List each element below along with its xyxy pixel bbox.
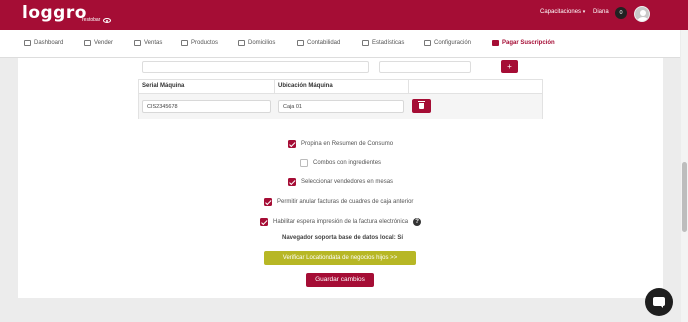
nav-configuracion-label: Configuración xyxy=(434,40,472,46)
top-bar: loggro restobar Capacitaciones ▾ Diana 0 xyxy=(0,0,688,30)
verify-locationdata-button[interactable]: Verificar Locationdata de negocios hijos… xyxy=(264,251,416,265)
nav-configuracion[interactable]: Configuración xyxy=(424,40,471,46)
option-factura-electronica-label: Habilitar espera impresión de la factura… xyxy=(273,219,409,225)
main-nav: Dashboard Vender Ventas Productos Domici… xyxy=(0,30,680,58)
nav-vender-label: Vender xyxy=(94,40,114,46)
save-button[interactable]: Guardar cambios xyxy=(306,273,374,287)
checkbox-vendedores[interactable] xyxy=(288,178,296,186)
gear-icon xyxy=(424,40,431,46)
chevron-down-icon: ▾ xyxy=(582,9,586,15)
checkbox-factura-electronica[interactable] xyxy=(260,218,268,226)
nav-ventas[interactable]: Ventas xyxy=(134,40,162,46)
nav-estadisticas[interactable]: Estadísticas xyxy=(362,40,404,46)
app-logo-subtitle: restobar xyxy=(82,17,101,23)
chat-icon xyxy=(653,297,665,308)
nav-productos[interactable]: Productos xyxy=(181,40,218,46)
table-row: CIS2345678 Caja 01 xyxy=(139,94,542,119)
option-vendedores-label: Seleccionar vendedores en mesas xyxy=(301,179,394,185)
column-serial-header: Serial Máquina xyxy=(142,83,185,89)
nav-domicilios[interactable]: Domicilios xyxy=(238,40,275,46)
training-menu[interactable]: Capacitaciones ▾ xyxy=(540,9,585,15)
dashboard-icon xyxy=(24,40,31,46)
trash-icon xyxy=(418,101,425,109)
nav-dashboard[interactable]: Dashboard xyxy=(24,40,63,46)
checkbox-propina[interactable] xyxy=(288,140,296,148)
tag-icon xyxy=(134,40,141,46)
credit-card-icon xyxy=(492,40,499,46)
nav-dashboard-label: Dashboard xyxy=(34,40,64,46)
table-header: Serial Máquina Ubicación Máquina xyxy=(139,80,542,94)
page-scrollbar[interactable] xyxy=(681,30,688,322)
checkbox-anular-facturas[interactable] xyxy=(264,198,272,206)
eye-icon[interactable] xyxy=(103,18,111,23)
avatar[interactable] xyxy=(634,6,650,22)
column-location-header: Ubicación Máquina xyxy=(278,83,333,89)
location-input[interactable]: Caja 01 xyxy=(278,100,404,113)
option-combos-label: Combos con ingredientes xyxy=(313,160,382,166)
add-button[interactable]: + xyxy=(501,60,518,73)
nav-estadisticas-label: Estadísticas xyxy=(372,40,405,46)
partial-input-left[interactable] xyxy=(142,61,369,73)
chat-widget-button[interactable] xyxy=(645,288,673,316)
local-db-status: Navegador soporta base de datos local: S… xyxy=(282,235,404,241)
nav-productos-label: Productos xyxy=(191,40,219,46)
app-logo[interactable]: loggro xyxy=(22,3,87,23)
checkbox-combos[interactable] xyxy=(300,159,308,167)
option-anular-facturas-label: Permitir anular facturas de cuadres de c… xyxy=(277,199,414,205)
option-propina-label: Propina en Resumen de Consumo xyxy=(301,141,394,147)
option-factura-electronica[interactable]: Habilitar espera impresión de la factura… xyxy=(260,218,422,226)
user-name[interactable]: Diana xyxy=(593,9,609,15)
option-combos[interactable]: Combos con ingredientes xyxy=(300,159,381,167)
settings-card: + Serial Máquina Ubicación Máquina CIS23… xyxy=(18,58,663,298)
help-icon[interactable]: ? xyxy=(413,218,422,226)
delete-row-button[interactable] xyxy=(412,99,431,113)
nav-ventas-label: Ventas xyxy=(144,40,163,46)
option-vendedores[interactable]: Seleccionar vendedores en mesas xyxy=(288,178,393,186)
bike-icon xyxy=(238,40,245,46)
option-propina[interactable]: Propina en Resumen de Consumo xyxy=(288,140,393,148)
partial-input-right[interactable] xyxy=(379,61,471,73)
machines-table: Serial Máquina Ubicación Máquina CIS2345… xyxy=(138,79,543,119)
chart-icon xyxy=(362,40,369,46)
cart-icon xyxy=(84,40,91,46)
scrollbar-thumb[interactable] xyxy=(682,162,687,232)
nav-vender[interactable]: Vender xyxy=(84,40,113,46)
nav-domicilios-label: Domicilios xyxy=(248,40,276,46)
box-icon xyxy=(181,40,188,46)
nav-contabilidad-label: Contabilidad xyxy=(307,40,341,46)
notification-badge[interactable]: 0 xyxy=(615,7,627,19)
building-icon xyxy=(297,40,304,46)
nav-pagar-suscripcion[interactable]: Pagar Suscripción xyxy=(492,40,555,46)
nav-pagar-suscripcion-label: Pagar Suscripción xyxy=(502,40,555,46)
option-anular-facturas[interactable]: Permitir anular facturas de cuadres de c… xyxy=(264,198,413,206)
training-menu-label: Capacitaciones xyxy=(540,9,582,15)
serial-input[interactable]: CIS2345678 xyxy=(142,100,271,113)
nav-contabilidad[interactable]: Contabilidad xyxy=(297,40,340,46)
